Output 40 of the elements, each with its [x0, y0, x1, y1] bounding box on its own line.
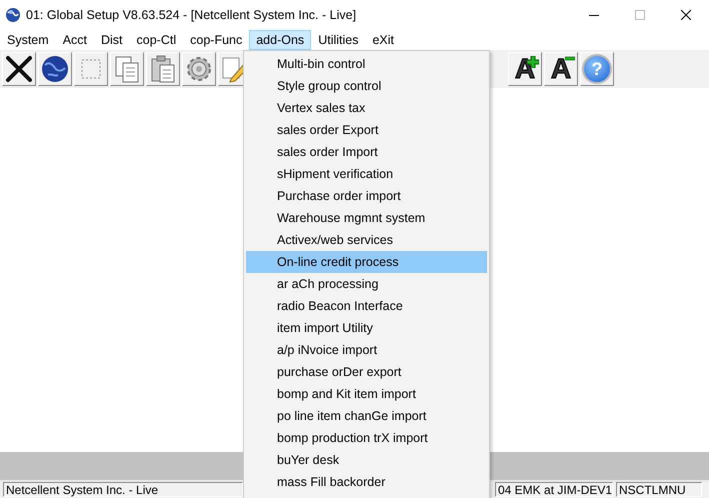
globe-icon [39, 53, 71, 85]
menu-item[interactable]: purchase orDer export [246, 361, 487, 383]
menu-item[interactable]: Warehouse mgmnt system [246, 207, 487, 229]
menu-item[interactable]: Acct [56, 30, 94, 50]
font-increase-button[interactable]: A [508, 52, 542, 86]
menu-item[interactable]: Utilities [311, 30, 366, 50]
menu-item[interactable]: Purchase order import [246, 185, 487, 207]
menu-item[interactable]: cop-Func [183, 30, 250, 50]
app-globe-icon [5, 7, 21, 23]
menu-item[interactable]: sHipment verification [246, 163, 487, 185]
menu-item[interactable]: po line item chanGe import [246, 405, 487, 427]
menu-item[interactable]: cop-Ctl [130, 30, 184, 50]
menu-item[interactable]: bomp and Kit item import [246, 383, 487, 405]
menu-item[interactable]: add-Ons [249, 30, 312, 50]
menu-item[interactable]: radio Beacon Interface [246, 295, 487, 317]
menu-item[interactable]: On-line credit process [246, 251, 487, 273]
menu-item[interactable]: Style group control [246, 75, 487, 97]
menu-item[interactable]: System [0, 30, 56, 50]
menu-item[interactable]: Multi-bin control [246, 53, 487, 75]
menu-item[interactable]: a/p iNvoice import [246, 339, 487, 361]
menu-item[interactable]: sales order Export [246, 119, 487, 141]
close-icon[interactable] [681, 10, 691, 20]
font-decrease-button[interactable]: A [544, 52, 578, 86]
menu-item[interactable]: buYer desk [246, 449, 487, 471]
tools-icon [3, 53, 35, 85]
status-panel: NSCTLMNU [616, 482, 702, 497]
menu-item[interactable]: Dist [94, 30, 130, 50]
toolbar-button[interactable] [38, 52, 72, 86]
menu-item[interactable]: sales order Import [246, 141, 487, 163]
status-panel: 04 EMK at JIM-DEV1 [495, 482, 613, 497]
status-panel: Netcellent System Inc. - Live [3, 482, 243, 497]
menu-item[interactable]: bomp production trX import [246, 427, 487, 449]
menu-item[interactable]: Vertex sales tax [246, 97, 487, 119]
menu-item[interactable]: eXit [365, 30, 402, 50]
menu-item[interactable]: Activex/web services [246, 229, 487, 251]
toolbar-button[interactable] [2, 52, 36, 86]
window-title: 01: Global Setup V8.63.524 - [Netcellent System Inc. - Live] [26, 8, 356, 22]
menu-item[interactable]: ar aCh processing [246, 273, 487, 295]
menu-item[interactable]: mass Fill backorder [246, 471, 487, 493]
menu-item[interactable]: item import Utility [246, 317, 487, 339]
